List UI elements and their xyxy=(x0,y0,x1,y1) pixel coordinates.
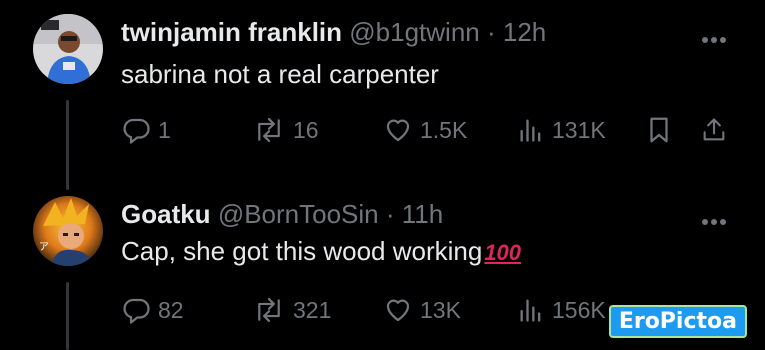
like-icon xyxy=(386,299,410,322)
separator: · xyxy=(486,17,496,47)
reply-button[interactable]: 1 xyxy=(121,115,171,145)
reply-count: 82 xyxy=(158,296,184,323)
tweet-text: Cap, she got this wood working xyxy=(121,236,483,266)
timestamp[interactable]: 12h xyxy=(503,17,546,47)
repost-icon xyxy=(258,297,280,323)
handle[interactable]: @b1gtwinn xyxy=(349,17,479,47)
display-name[interactable]: Goatku xyxy=(121,199,211,229)
repost-button[interactable]: 321 xyxy=(252,295,331,325)
more-icon[interactable] xyxy=(701,31,727,43)
hundred-points-emoji: 100 xyxy=(484,240,522,265)
bookmark-button[interactable] xyxy=(646,115,672,145)
display-name[interactable]: twinjamin franklin xyxy=(121,17,342,47)
svg-text:ア: ア xyxy=(39,242,49,253)
bookmark-icon xyxy=(650,117,668,143)
avatar[interactable]: ア xyxy=(33,196,103,266)
like-count: 1.5K xyxy=(420,116,468,143)
avatar[interactable] xyxy=(33,14,103,84)
views-icon xyxy=(520,299,541,322)
views-icon xyxy=(520,119,541,142)
tweet-header: twinjamin franklin @b1gtwinn · 12h xyxy=(121,16,546,48)
views-button[interactable]: 156K xyxy=(517,295,606,325)
repost-count: 16 xyxy=(293,116,319,143)
tweet-text: sabrina not a real carpenter xyxy=(121,59,439,89)
reply-button[interactable]: 82 xyxy=(121,295,184,325)
like-button[interactable]: 1.5K xyxy=(383,115,467,145)
repost-count: 321 xyxy=(293,296,332,323)
share-icon xyxy=(703,118,725,141)
views-count: 156K xyxy=(552,296,606,323)
views-count: 131K xyxy=(552,116,606,143)
like-button[interactable]: 13K xyxy=(383,295,461,325)
handle[interactable]: @BornTooSin xyxy=(218,199,379,229)
reply-icon xyxy=(123,118,150,144)
watermark: EroPictoa xyxy=(608,305,747,338)
tweet-actions: 1 16 1.5K 131K xyxy=(0,115,765,149)
separator: · xyxy=(385,199,395,229)
repost-button[interactable]: 16 xyxy=(252,115,319,145)
share-button[interactable] xyxy=(700,115,728,145)
more-icon[interactable] xyxy=(701,213,727,225)
tweet-header: Goatku @BornTooSin · 11h xyxy=(121,198,443,230)
like-icon xyxy=(386,119,410,142)
reply-icon xyxy=(123,298,150,324)
timestamp[interactable]: 11h xyxy=(402,199,443,229)
repost-icon xyxy=(258,117,280,143)
reply-count: 1 xyxy=(158,116,171,143)
like-count: 13K xyxy=(420,296,461,323)
views-button[interactable]: 131K xyxy=(517,115,606,145)
tweet-text-row: Cap, she got this wood working100 xyxy=(121,235,521,269)
